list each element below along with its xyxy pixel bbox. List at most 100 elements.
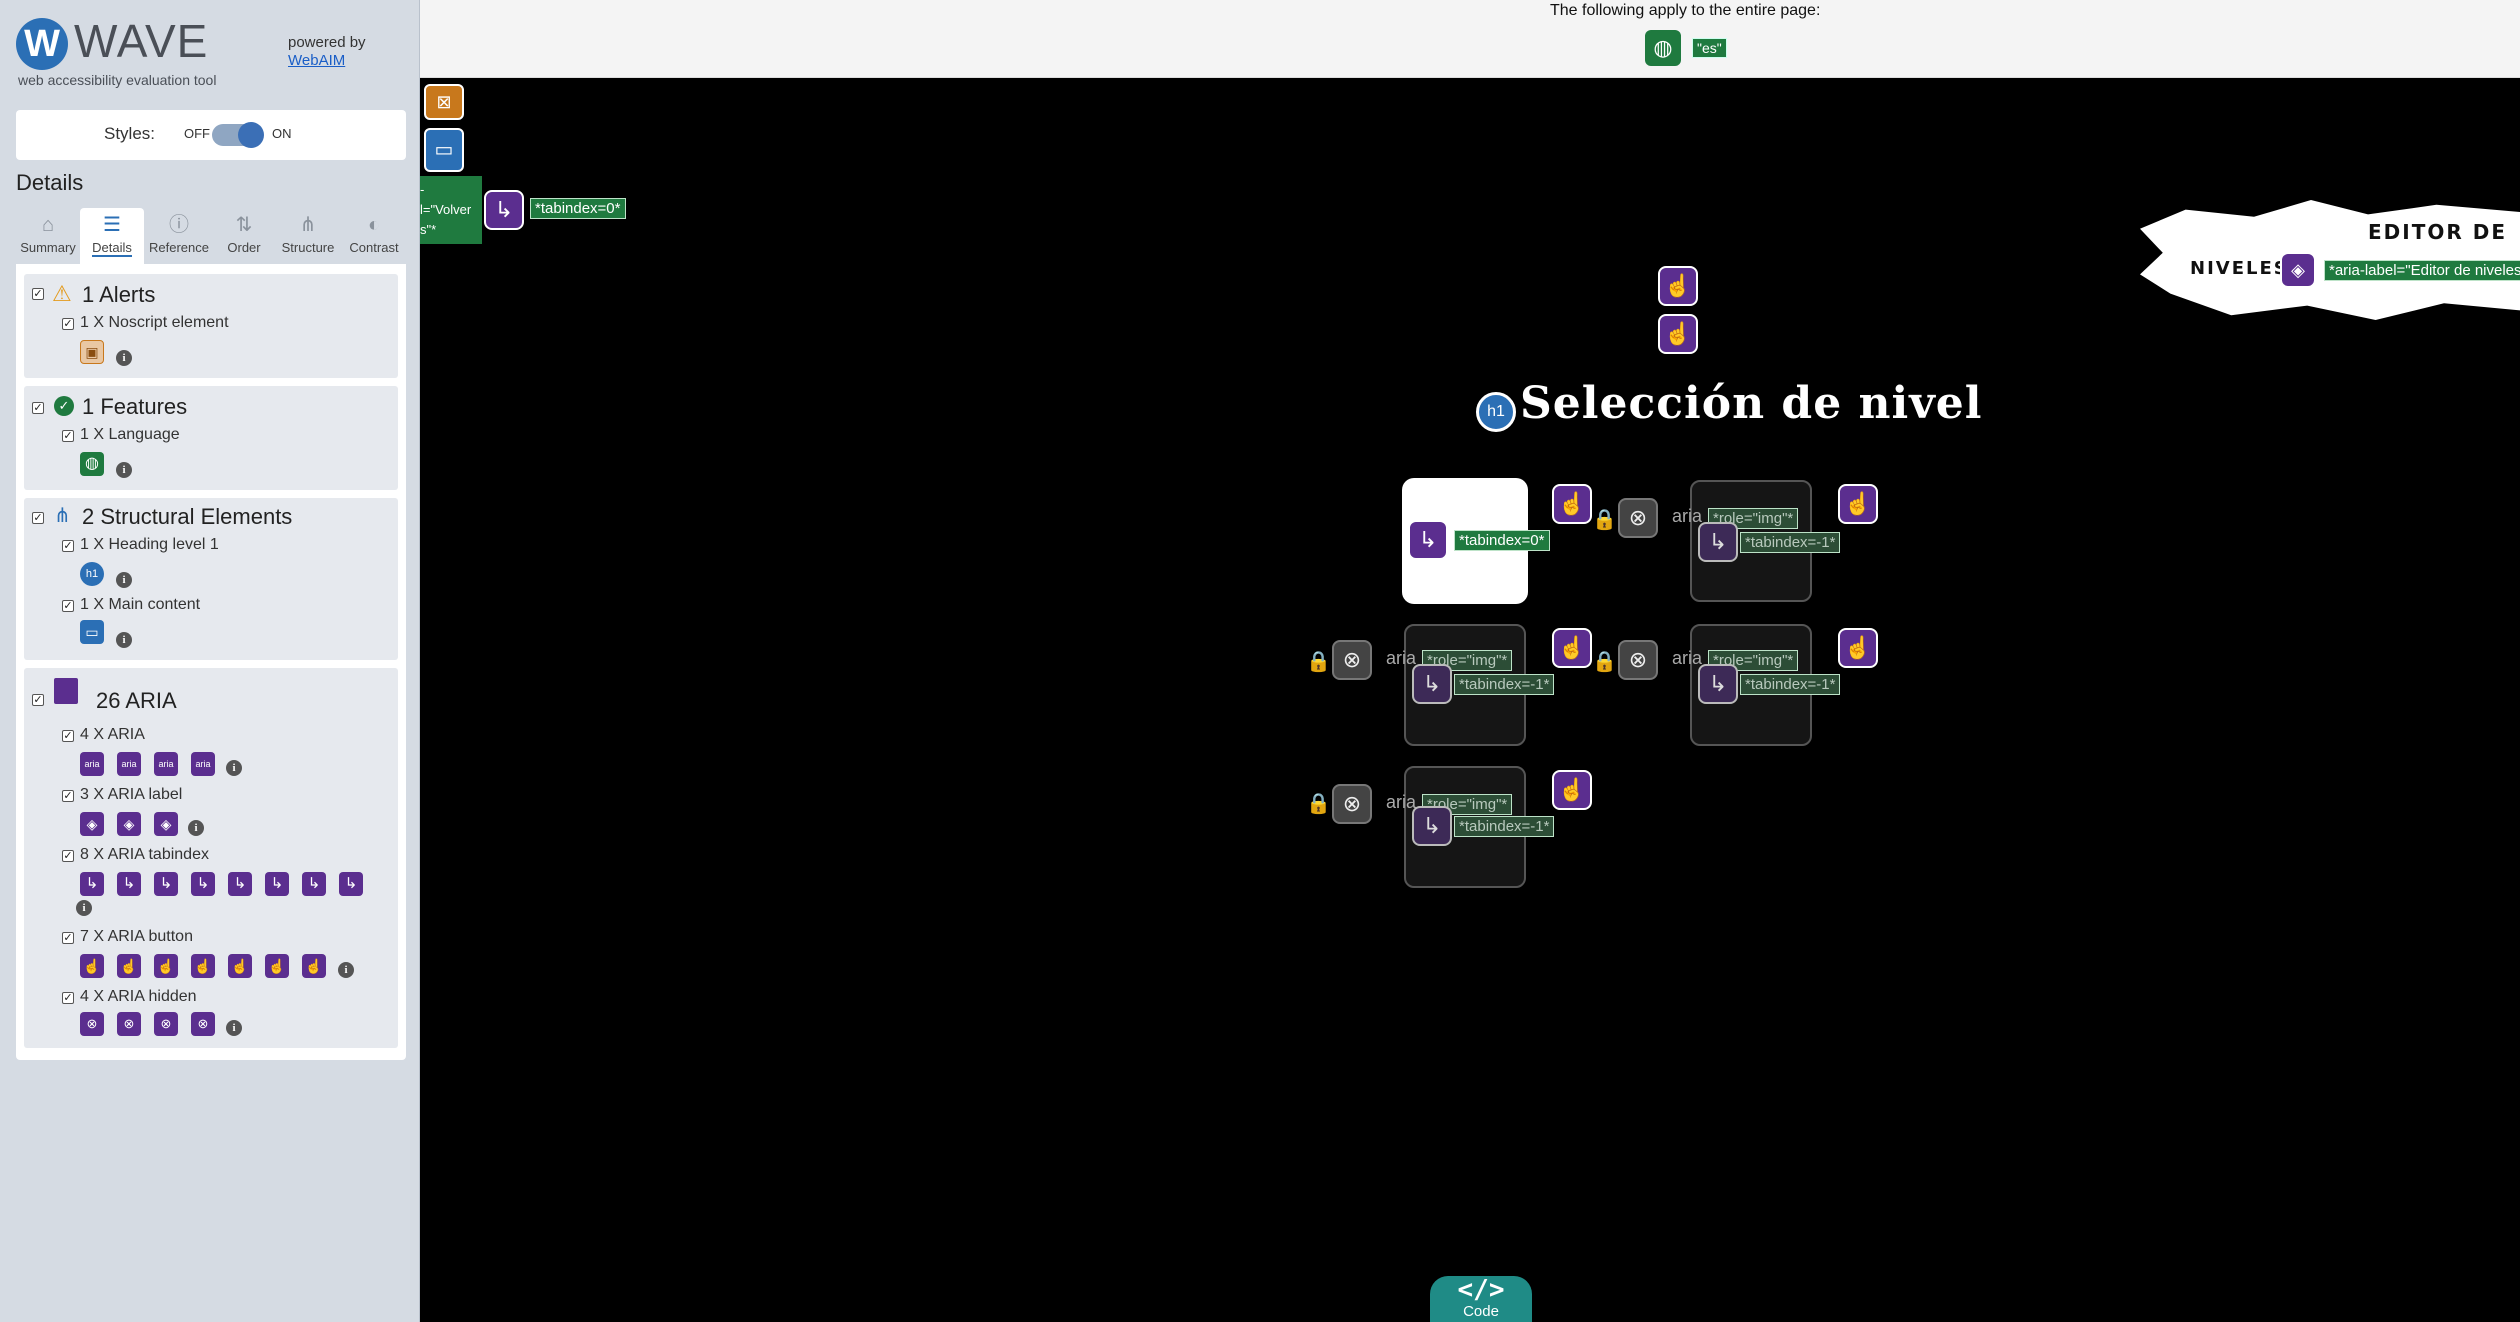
aria-label-icon[interactable]: ◈ — [154, 812, 178, 836]
aria-button-icon[interactable]: ☝ — [1658, 314, 1698, 354]
aria-button-icon[interactable]: ☝ — [191, 954, 215, 978]
styles-toggle-knob[interactable] — [238, 122, 264, 148]
wave-sidebar: W WAVE web accessibility evaluation tool… — [0, 0, 420, 1322]
aria-hidden-icon[interactable]: ⊗ — [154, 1012, 178, 1036]
aria-tabindex-icon[interactable]: ↳ — [191, 872, 215, 896]
code-button[interactable]: </> Code — [1430, 1276, 1532, 1322]
card-tabindex-tag: *tabindex=-1* — [1740, 532, 1841, 553]
noscript-checkbox[interactable]: ✓ — [62, 318, 74, 330]
tab-details[interactable]: ☰ Details — [80, 208, 144, 264]
aria-hidden-info-icon[interactable]: i — [226, 1020, 242, 1036]
details-title: Details — [16, 170, 84, 195]
aria-tabindex-icon[interactable]: ↳ — [1412, 806, 1452, 846]
alerts-checkbox[interactable]: ✓ — [32, 288, 44, 300]
features-checkbox[interactable]: ✓ — [32, 402, 44, 414]
noscript-icon[interactable]: ▣ — [80, 340, 104, 364]
aria-tabindex-icon[interactable]: ↳ — [1408, 520, 1448, 560]
lock-icon: 🔒 — [1306, 793, 1331, 815]
aria-tabindex-icon[interactable]: ↳ — [154, 872, 178, 896]
aria-button-icon[interactable]: ☝ — [265, 954, 289, 978]
language-info-icon[interactable]: i — [116, 462, 132, 478]
aria-hidden-icon[interactable]: ⊗ — [1618, 640, 1658, 680]
aria-label-icon[interactable]: ◈ — [117, 812, 141, 836]
heading-checkbox[interactable]: ✓ — [62, 540, 74, 552]
aria-tabindex-icon[interactable]: ↳ — [484, 190, 524, 230]
aria-tabindex-checkbox[interactable]: ✓ — [62, 850, 74, 862]
aria-button-icon[interactable]: ☝ — [1838, 484, 1878, 524]
aria-icon[interactable]: aria — [80, 752, 104, 776]
aria-checkbox[interactable]: ✓ — [32, 694, 44, 706]
aria-button-icon[interactable]: ☝ — [302, 954, 326, 978]
aria-icon[interactable]: aria — [154, 752, 178, 776]
aria-button-icon[interactable]: ☝ — [1552, 628, 1592, 668]
aria-hidden-icon[interactable]: ⊗ — [117, 1012, 141, 1036]
aria-hidden-icon[interactable]: ⊗ — [80, 1012, 104, 1036]
aria-label-icon[interactable]: ◈ — [80, 812, 104, 836]
aria-button-icon[interactable]: ☝ — [154, 954, 178, 978]
lock-icon: 🔒 — [1306, 651, 1331, 673]
back-link-tag-line: - — [420, 182, 425, 197]
webaim-link[interactable]: WebAIM — [288, 52, 345, 69]
aria-hidden-icon[interactable]: ⊗ — [1332, 640, 1372, 680]
tab-summary[interactable]: ⌂ Summary — [16, 208, 80, 264]
tab-contrast[interactable]: ◐ Contrast — [342, 208, 406, 264]
aria-icon[interactable]: aria — [191, 752, 215, 776]
aria-button-icon[interactable]: ☝ — [1552, 770, 1592, 810]
aria-hidden-icon[interactable]: ⊗ — [191, 1012, 215, 1036]
aria-text: aria — [1672, 648, 1703, 668]
language-icon[interactable]: ◍ — [1645, 30, 1681, 66]
aria-info-icon[interactable]: i — [226, 760, 242, 776]
features-section: ✓ ✓ 1 Features ✓ 1 X Language ◍ i — [24, 386, 398, 490]
language-icon[interactable]: ◍ — [80, 452, 104, 476]
lock-icon: 🔒 — [1592, 651, 1617, 673]
main-content-label: 1 X Main content — [80, 596, 201, 613]
details-panel: ✓ ⚠ 1 Alerts ✓ 1 X Noscript element ▣ i … — [16, 264, 406, 1060]
aria-label-icon[interactable]: ◈ — [2280, 252, 2316, 288]
home-icon: ⌂ — [41, 214, 55, 236]
aria-button-icon[interactable]: ☝ — [1658, 266, 1698, 306]
tab-order[interactable]: ⇅ Order — [212, 208, 276, 264]
aria-label-info-icon[interactable]: i — [188, 820, 204, 836]
main-checkbox[interactable]: ✓ — [62, 600, 74, 612]
aria-hidden-checkbox[interactable]: ✓ — [62, 992, 74, 1004]
aria-tabindex-icon[interactable]: ↳ — [80, 872, 104, 896]
aria-tabindex-info-icon[interactable]: i — [76, 900, 92, 916]
aria-label-checkbox[interactable]: ✓ — [62, 790, 74, 802]
aria-tabindex-icon[interactable]: ↳ — [228, 872, 252, 896]
main-content-icon[interactable]: ▭ — [424, 128, 464, 172]
aria-button-icon[interactable]: ☝ — [1838, 628, 1878, 668]
structure-checkbox[interactable]: ✓ — [32, 512, 44, 524]
aria-button-icon[interactable]: ☝ — [80, 954, 104, 978]
heading-info-icon[interactable]: i — [116, 572, 132, 588]
aria-button-icon[interactable]: ☝ — [117, 954, 141, 978]
aria-tabindex-icon[interactable]: ↳ — [302, 872, 326, 896]
tab-reference[interactable]: ⓘ Reference — [146, 208, 212, 264]
aria-button-checkbox[interactable]: ✓ — [62, 932, 74, 944]
aria-tabindex-icon[interactable]: ↳ — [339, 872, 363, 896]
aria-icon[interactable]: aria — [117, 752, 141, 776]
aria-text: aria — [1386, 648, 1417, 668]
aria-checkbox-generic[interactable]: ✓ — [62, 730, 74, 742]
tab-structure[interactable]: ⋔ Structure — [276, 208, 340, 264]
aria-button-icon[interactable]: ☝ — [1552, 484, 1592, 524]
styles-toggle-box: Styles: OFF ON — [16, 110, 406, 160]
aria-hidden-icon[interactable]: ⊗ — [1618, 498, 1658, 538]
h1-icon[interactable]: h1 — [1476, 392, 1516, 432]
language-checkbox[interactable]: ✓ — [62, 430, 74, 442]
editor-title-line2: NIVELES — [2190, 258, 2289, 279]
info-icon: ⓘ — [169, 214, 189, 236]
aria-tabindex-icon[interactable]: ↳ — [1698, 522, 1738, 562]
aria-tabindex-icon[interactable]: ↳ — [265, 872, 289, 896]
noscript-info-icon[interactable]: i — [116, 350, 132, 366]
aria-hidden-icon[interactable]: ⊗ — [1332, 784, 1372, 824]
feature-check-icon: ✓ — [54, 396, 74, 416]
aria-tabindex-icon[interactable]: ↳ — [1412, 664, 1452, 704]
aria-button-info-icon[interactable]: i — [338, 962, 354, 978]
main-content-icon[interactable]: ▭ — [80, 620, 104, 644]
main-content-info-icon[interactable]: i — [116, 632, 132, 648]
noscript-icon[interactable]: ⊠ — [424, 84, 464, 120]
aria-tabindex-icon[interactable]: ↳ — [1698, 664, 1738, 704]
aria-button-icon[interactable]: ☝ — [228, 954, 252, 978]
h1-icon[interactable]: h1 — [80, 562, 104, 586]
aria-tabindex-icon[interactable]: ↳ — [117, 872, 141, 896]
